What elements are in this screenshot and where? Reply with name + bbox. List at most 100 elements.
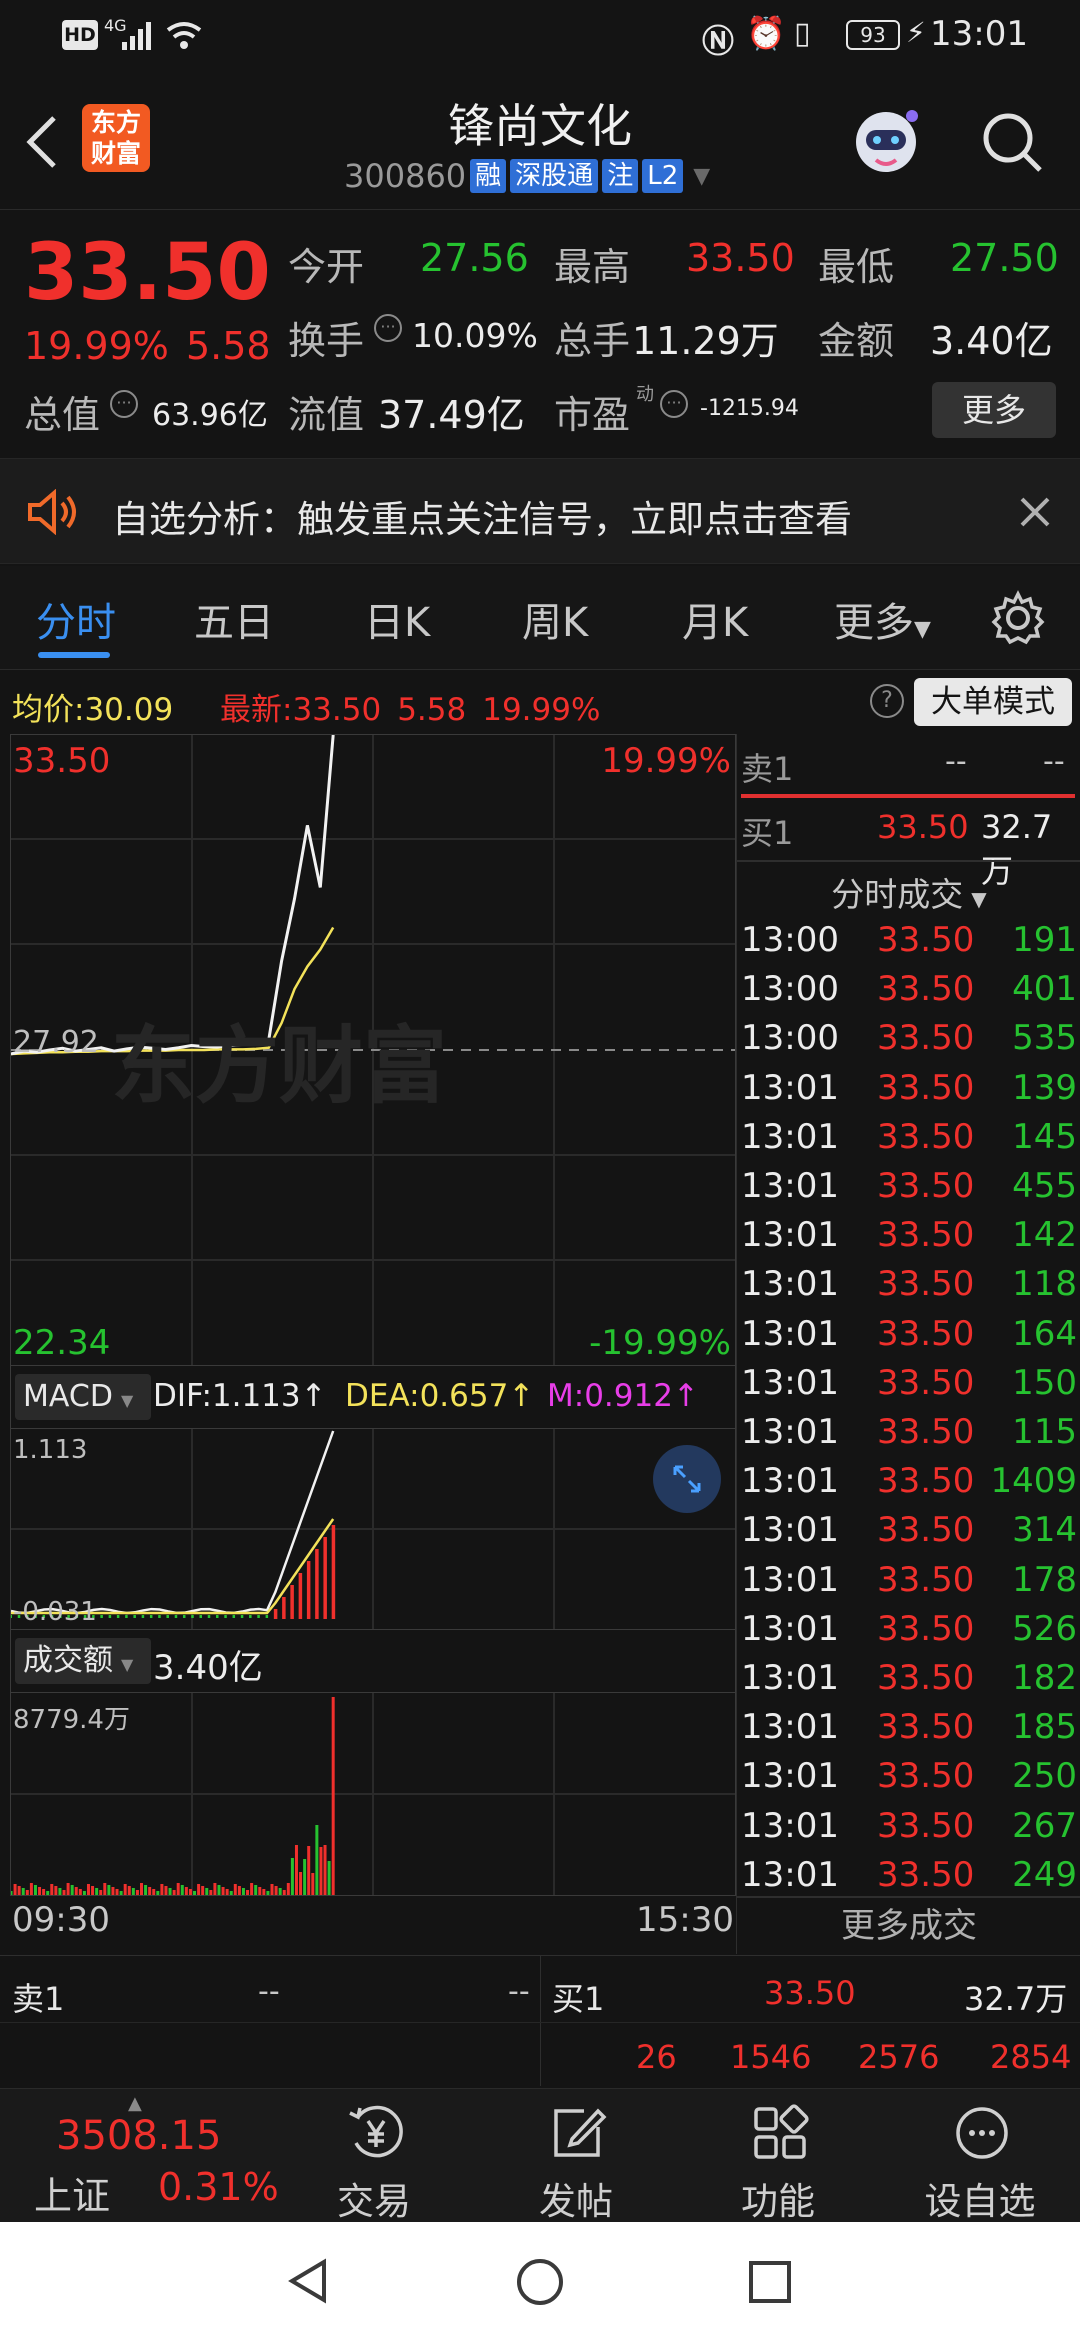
nav-functions[interactable]: 功能 (678, 2089, 878, 2223)
stat-label-low: 最低 (818, 245, 895, 289)
gear-icon[interactable] (990, 590, 1046, 646)
volume-bar (262, 1889, 266, 1895)
notice-bar[interactable]: 自选分析：触发重点关注信号，立即点击查看 (0, 458, 1080, 564)
back-triangle-icon[interactable] (284, 2256, 334, 2306)
trade-price: 33.50 (877, 1313, 975, 1354)
stock-code-row[interactable]: 300860 融 深股通 注 L2 ▼ (344, 156, 710, 196)
trade-row: 13:01 33.50 526 (741, 1603, 1077, 1652)
trade-volume: 535 (1012, 1018, 1077, 1059)
trade-time: 13:01 (741, 1658, 839, 1698)
nav-add-watchlist[interactable]: 设自选 (880, 2089, 1080, 2223)
bottom-nav: ▲ 3508.15 上证 0.31% 交易 发帖 功能 设自选 (0, 2088, 1080, 2223)
trade-time: 13:00 (741, 1018, 839, 1059)
ob-sell1-volume: -- (508, 1974, 530, 2009)
trade-price: 33.50 (877, 1707, 975, 1748)
nav-post[interactable]: 发帖 (476, 2089, 676, 2223)
volume-bar (70, 1885, 74, 1895)
tab-daily-k[interactable]: 日K (364, 590, 430, 648)
y-low-pct-label: -19.99% (589, 1323, 731, 1363)
recents-square-icon[interactable] (746, 2258, 794, 2306)
trade-time: 13:01 (741, 1707, 839, 1748)
macd-bar (216, 1615, 219, 1618)
index-ticker[interactable]: ▲ 3508.15 上证 0.31% (0, 2089, 279, 2223)
volume-bar (282, 1890, 286, 1895)
tag-l2: L2 (642, 159, 684, 193)
trade-time: 13:00 (741, 969, 839, 1010)
close-icon[interactable] (1018, 495, 1052, 529)
more-trades-button[interactable]: 更多成交 (737, 1898, 1080, 1954)
macd-bar (174, 1615, 178, 1618)
volume-bar (188, 1889, 192, 1895)
tab-intraday[interactable]: 分时 (36, 590, 116, 648)
trade-time: 13:01 (741, 1854, 839, 1895)
intraday-chart[interactable]: 东方财富 33.50 19.99% 27.92 22.34 -19.99% (10, 734, 736, 1366)
volume-bar (131, 1888, 135, 1895)
trade-volume: 1409 (990, 1461, 1077, 1502)
volume-bar (205, 1888, 209, 1895)
volume-bar (156, 1891, 160, 1895)
ob-row-divider (0, 2022, 1080, 2023)
nav-trade-label: 交易 (337, 2180, 411, 2223)
volume-bar (315, 1825, 319, 1895)
trade-time: 13:01 (741, 1805, 839, 1846)
volume-bar (91, 1886, 95, 1895)
volume-bar (11, 1891, 13, 1895)
system-nav-bar (0, 2222, 1080, 2340)
tab-weekly-k[interactable]: 周K (522, 590, 588, 648)
stat-label-market-cap: 总值 (24, 393, 101, 437)
info-icon[interactable]: ··· (110, 390, 138, 418)
volume-bar (266, 1891, 270, 1895)
info-icon[interactable]: ··· (660, 390, 688, 418)
volume-bar (303, 1859, 307, 1895)
trade-row: 13:01 33.50 455 (741, 1160, 1077, 1209)
tab-five-day[interactable]: 五日 (194, 590, 274, 648)
tab-monthly-k[interactable]: 月K (682, 590, 748, 648)
trade-volume: 145 (1012, 1116, 1077, 1157)
ob-divider (540, 1956, 541, 2086)
nav-trade[interactable]: 交易 (274, 2089, 474, 2223)
index-value: 3508.15 (56, 2113, 222, 2159)
info-icon[interactable]: ··· (374, 314, 402, 342)
big-order-mode-button[interactable]: 大单模式 (914, 678, 1072, 726)
robot-assistant-icon[interactable] (844, 98, 928, 182)
caret-down-icon: ▼ (693, 163, 711, 189)
trade-price: 33.50 (877, 1805, 975, 1846)
trade-price: 33.50 (877, 969, 975, 1010)
volume-bar (62, 1890, 66, 1895)
buy1-price: 33.50 (877, 808, 969, 846)
volume-chart[interactable]: 8779.4万 (10, 1692, 736, 1896)
trade-row: 13:00 33.50 535 (741, 1012, 1077, 1061)
trade-volume: 314 (1012, 1510, 1077, 1551)
macd-selector[interactable]: MACD ▼ (15, 1374, 151, 1420)
volume-bar (107, 1885, 111, 1895)
volume-bar (233, 1884, 237, 1895)
trade-price: 33.50 (877, 1067, 975, 1108)
ob-buy1-price: 33.50 (764, 1974, 856, 2012)
macd-bar (257, 1615, 260, 1618)
nav-functions-label: 功能 (741, 2180, 815, 2223)
macd-bar (232, 1615, 236, 1618)
home-circle-icon[interactable] (514, 2256, 566, 2308)
tab-more[interactable]: 更多▼ (834, 590, 931, 648)
more-button[interactable]: 更多 (932, 382, 1056, 438)
volume-selector[interactable]: 成交额 ▼ (15, 1638, 151, 1684)
expand-icon[interactable] (653, 1445, 721, 1513)
tag-registered: 注 (602, 159, 639, 193)
stat-value-turnover: 10.09% (412, 316, 538, 355)
macd-chart[interactable]: 1.113 -0.031 (10, 1428, 736, 1630)
trade-volume: 150 (1012, 1362, 1077, 1403)
stat-label-high: 最高 (554, 245, 631, 289)
help-icon[interactable]: ? (870, 684, 904, 718)
nav-post-label: 发帖 (539, 2180, 613, 2223)
y-low-label: 22.34 (13, 1323, 111, 1363)
trade-time: 13:01 (741, 1412, 839, 1452)
macd-bar (298, 1573, 303, 1619)
volume-bar (237, 1886, 241, 1895)
search-icon[interactable] (978, 108, 1048, 178)
macd-bar (125, 1615, 128, 1618)
volume-bar (258, 1887, 262, 1895)
trade-time: 13:01 (741, 1756, 839, 1797)
trades-header[interactable]: 分时成交 ▼ (737, 868, 1080, 916)
trade-row: 13:01 33.50 142 (741, 1209, 1077, 1258)
volume-bar (148, 1887, 152, 1895)
